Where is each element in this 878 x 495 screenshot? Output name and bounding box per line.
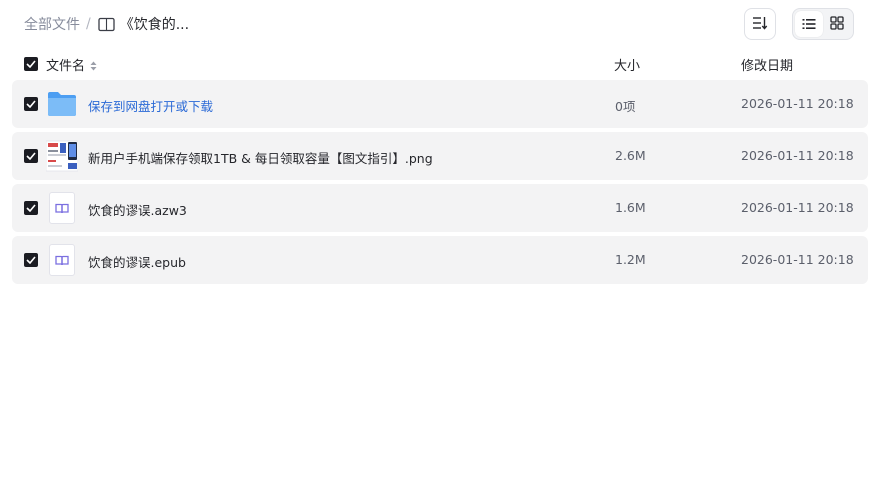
file-row[interactable]: 保存到网盘打开或下载 0项 2026-01-11 20:18 xyxy=(12,80,868,128)
file-size: 0项 xyxy=(615,99,636,114)
row-checkbox[interactable] xyxy=(24,201,38,215)
select-all-checkbox[interactable] xyxy=(24,57,38,71)
breadcrumb-root-link[interactable]: 全部文件 xyxy=(24,14,80,34)
list-view-button[interactable] xyxy=(795,11,823,37)
breadcrumb-separator: / xyxy=(86,16,91,32)
view-toggle xyxy=(792,8,854,40)
sort-button[interactable] xyxy=(744,8,776,40)
breadcrumb-current: 《饮食的... xyxy=(98,14,189,34)
file-row[interactable]: 饮食的谬误.epub 1.2M 2026-01-11 20:18 xyxy=(12,236,868,284)
file-date: 2026-01-11 20:18 xyxy=(741,148,854,163)
breadcrumb-current-label: 《饮食的... xyxy=(119,17,190,33)
name-column-header[interactable]: 文件名 xyxy=(46,55,97,74)
file-list: 保存到网盘打开或下载 0项 2026-01-11 20:18 新用户手机端保存领… xyxy=(12,80,868,288)
ebook-file-icon xyxy=(46,192,78,224)
name-column-label: 文件名 xyxy=(46,59,86,74)
grid-view-icon xyxy=(830,15,844,34)
size-column-header[interactable]: 大小 xyxy=(614,55,640,74)
date-column-header[interactable]: 修改日期 xyxy=(741,55,793,74)
row-checkbox[interactable] xyxy=(24,149,38,163)
list-view-icon xyxy=(802,15,816,34)
file-date: 2026-01-11 20:18 xyxy=(741,252,854,267)
file-name[interactable]: 保存到网盘打开或下载 xyxy=(88,96,213,115)
column-header: 文件名 大小 修改日期 xyxy=(12,52,868,76)
file-name[interactable]: 新用户手机端保存领取1TB & 每日领取容量【图文指引】.png xyxy=(88,148,433,167)
ebook-file-icon xyxy=(46,244,78,276)
sort-caret-icon xyxy=(90,60,97,70)
sort-icon xyxy=(752,15,768,34)
file-size: 2.6M xyxy=(615,148,646,163)
file-size: 1.2M xyxy=(615,252,646,267)
breadcrumb: 全部文件 / 《饮食的... xyxy=(24,14,189,34)
file-name[interactable]: 饮食的谬误.epub xyxy=(88,252,186,271)
file-date: 2026-01-11 20:18 xyxy=(741,96,854,111)
row-checkbox[interactable] xyxy=(24,97,38,111)
folder-icon xyxy=(46,88,78,120)
file-row[interactable]: 新用户手机端保存领取1TB & 每日领取容量【图文指引】.png 2.6M 20… xyxy=(12,132,868,180)
file-row[interactable]: 饮食的谬误.azw3 1.6M 2026-01-11 20:18 xyxy=(12,184,868,232)
file-date: 2026-01-11 20:18 xyxy=(741,200,854,215)
row-checkbox[interactable] xyxy=(24,253,38,267)
file-name[interactable]: 饮食的谬误.azw3 xyxy=(88,200,187,219)
grid-view-button[interactable] xyxy=(823,11,851,37)
book-icon xyxy=(98,17,115,32)
image-thumbnail-icon xyxy=(45,140,79,172)
top-bar: 全部文件 / 《饮食的... xyxy=(0,0,878,48)
file-size: 1.6M xyxy=(615,200,646,215)
